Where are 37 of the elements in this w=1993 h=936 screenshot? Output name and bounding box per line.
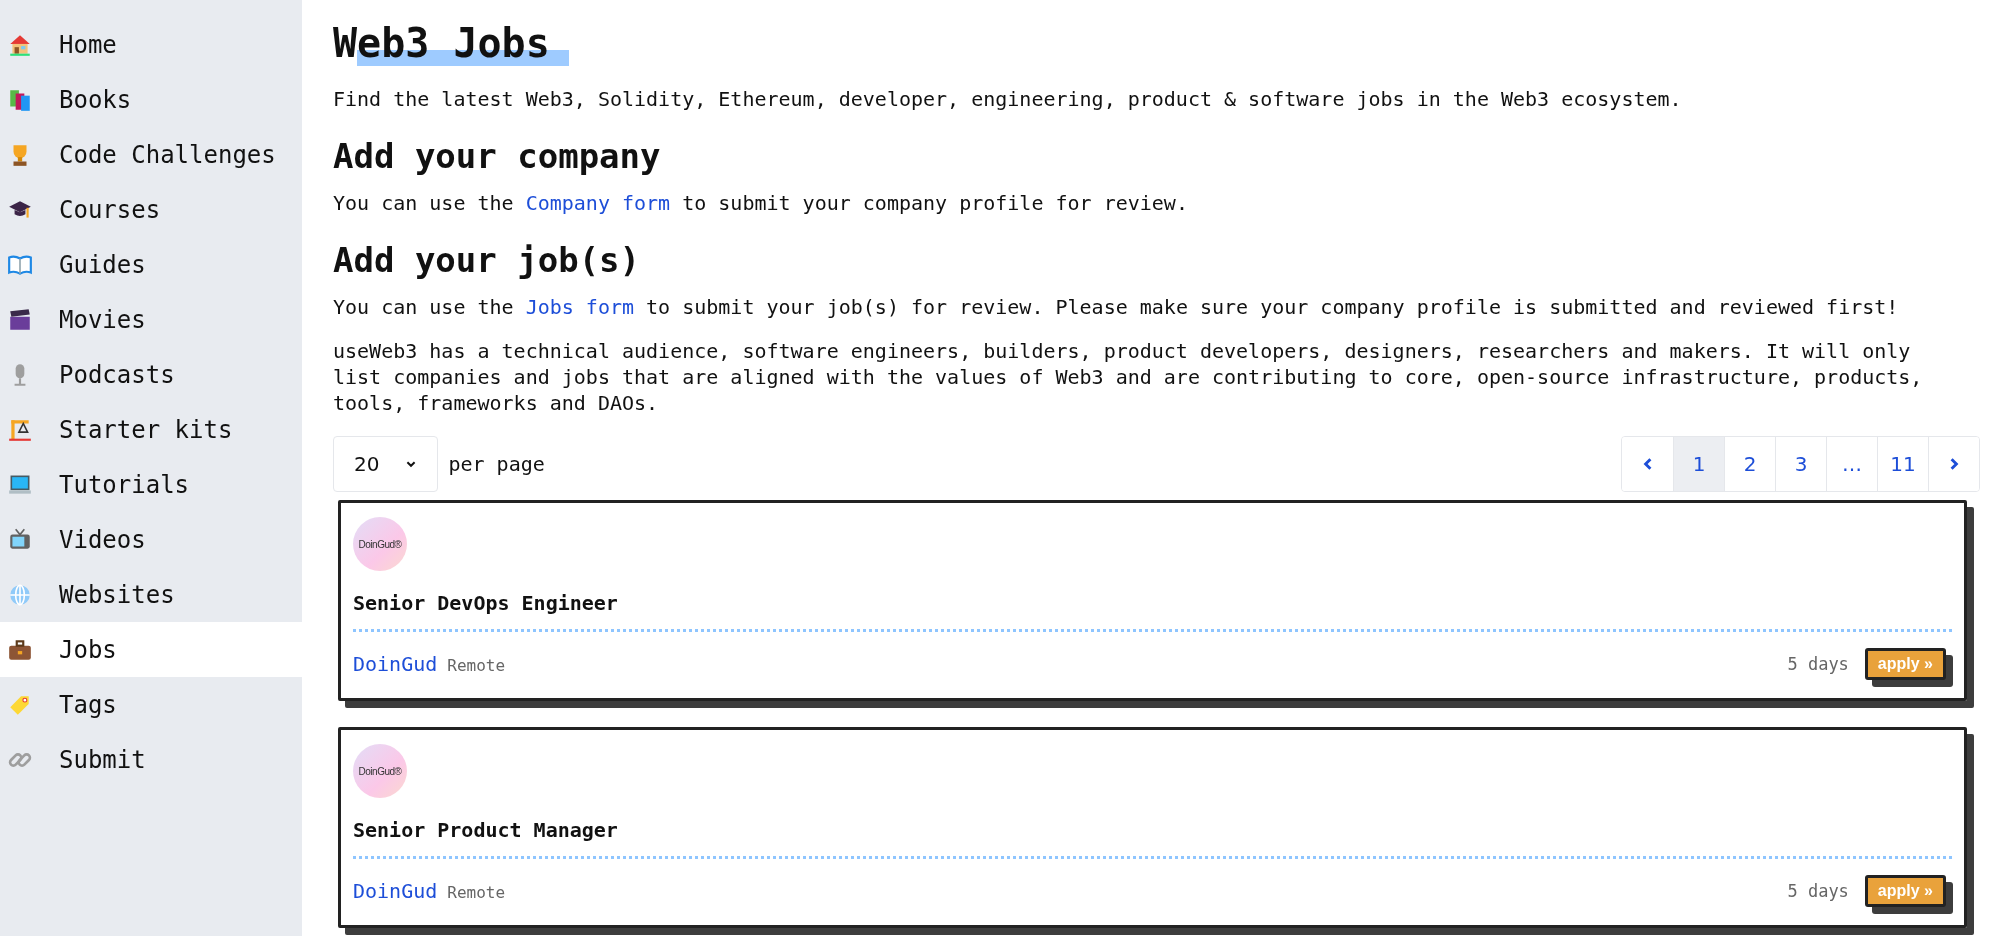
job-location: Remote <box>447 656 506 675</box>
sidebar-item[interactable]: Code Challenges <box>0 127 302 182</box>
sidebar-item[interactable]: Websites <box>0 567 302 622</box>
section-heading: Add your company <box>333 136 662 176</box>
sidebar-item[interactable]: Jobs <box>0 622 302 677</box>
company-link[interactable]: DoinGud <box>353 879 438 903</box>
next-page-button[interactable] <box>1928 437 1979 491</box>
job-age: 5 days <box>1787 881 1849 901</box>
sidebar-item[interactable]: Home <box>0 17 302 72</box>
company-logo: DoinGud® <box>353 744 407 798</box>
form-link[interactable]: Jobs form <box>525 295 635 319</box>
job-title[interactable]: Senior DevOps Engineer <box>353 591 1952 615</box>
sidebar-item[interactable]: Submit <box>0 732 302 787</box>
section-heading: Add your job(s) <box>333 240 642 280</box>
sidebar-item[interactable]: Starter kits <box>0 402 302 457</box>
sidebar-item[interactable]: Movies <box>0 292 302 347</box>
page-button[interactable]: 1 <box>1673 437 1724 491</box>
sidebar-item[interactable]: Books <box>0 72 302 127</box>
section-text: You can use the Company form to submit your company profile for review. <box>333 190 1189 216</box>
intro-text: Find the latest Web3, Solidity, Ethereum, developer, engineering, product & software jobs in the Web3 ecosystem. <box>333 86 1683 112</box>
job-age: 5 days <box>1787 654 1849 674</box>
sidebar-item[interactable]: Tags <box>0 677 302 732</box>
section-text: You can use the Jobs form to submit your job(s) for review. Please make sure your company profile is submitted and reviewed first! <box>333 294 1900 320</box>
per-page-select[interactable]: 20 <box>333 436 439 492</box>
sidebar-item[interactable]: Videos <box>0 512 302 567</box>
form-link[interactable]: Company form <box>525 191 671 215</box>
sidebar-item[interactable]: Podcasts <box>0 347 302 402</box>
per-page-label: per page <box>448 452 545 476</box>
company-link[interactable]: DoinGud <box>353 652 438 676</box>
job-location: Remote <box>447 883 506 902</box>
sidebar-item[interactable]: Courses <box>0 182 302 237</box>
sidebar-item[interactable]: Tutorials <box>0 457 302 512</box>
company-logo: DoinGud® <box>353 517 407 571</box>
job-title[interactable]: Senior Product Manager <box>353 818 1952 842</box>
clapperboard-icon <box>7 306 33 333</box>
sidebar-item[interactable]: Guides <box>0 237 302 292</box>
about-text: useWeb3 has a technical audience, software engineers, builders, product developers, designers, researchers and makers. It will only list companies and jobs that are aligned with the values of Web3 and are contributing to core, open-source infrastructure, products, tools, frameworks and DAOs. <box>333 338 1924 416</box>
